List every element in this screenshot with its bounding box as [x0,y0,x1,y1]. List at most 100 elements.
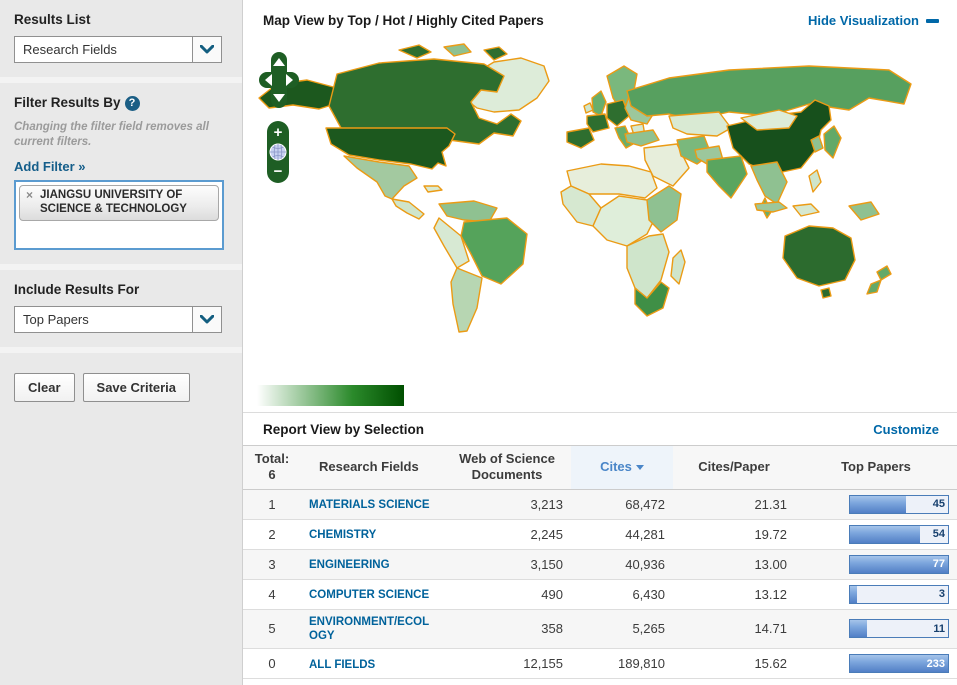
results-list-selected-value: Research Fields [23,42,117,57]
col-header-research-fields: Research Fields [319,459,419,475]
field-link[interactable]: ENVIRONMENT/ECOLOGY [309,615,435,644]
map-controls: + − [259,52,301,190]
map-country-ireland[interactable] [583,102,594,114]
choropleth-world-map[interactable] [249,36,949,372]
map-country-indonesia[interactable] [754,201,788,213]
field-link[interactable]: MATERIALS SCIENCE [309,498,430,512]
docs-value: 358 [541,621,563,637]
filter-results-section: Filter Results By? Changing the filter f… [0,77,242,264]
filter-chip-label: JIANGSU UNIVERSITY OF SCIENCE & TECHNOLO… [40,188,187,216]
map-arctic-island[interactable] [483,46,508,61]
cites-value: 189,810 [618,656,665,672]
row-rank: 0 [268,656,276,672]
results-list-title: Results List [14,12,91,27]
top-papers-bar: 77 [849,554,949,574]
row-rank: 3 [268,556,276,572]
map-country-argentina[interactable] [450,267,483,333]
chevron-down-icon[interactable] [192,306,221,332]
clear-button[interactable]: Clear [14,372,75,402]
map-pan-control[interactable] [259,52,299,108]
table-row: 0 ALL FIELDS 12,155 189,810 15.62 233 [243,648,957,679]
map-country-tasmania[interactable] [820,287,832,299]
save-criteria-button[interactable]: Save Criteria [82,372,191,402]
map-region-central-america[interactable] [391,198,425,220]
cites-value: 44,281 [625,526,665,542]
cites-label: Cites [600,459,632,475]
map-country-new-zealand-south[interactable] [866,279,882,295]
filter-chip: × JIANGSU UNIVERSITY OF SCIENCE & TECHNO… [19,184,219,221]
table-row: 2 CHEMISTRY 2,245 44,281 19.72 54 [243,519,957,549]
map-country-japan[interactable] [823,125,842,159]
results-list-select[interactable]: Research Fields [14,36,222,63]
top-papers-bar: 11 [849,619,949,639]
filter-results-title: Filter Results By? [14,95,228,111]
remove-filter-icon[interactable]: × [26,188,33,203]
include-results-title: Include Results For [14,281,140,297]
include-results-select[interactable]: Top Papers [14,305,222,333]
esi-app: Results List Research Fields Filter Resu… [0,0,957,685]
report-table: Total: 6 Research Fields Web of Science … [243,445,957,680]
field-link[interactable]: ALL FIELDS [309,658,375,672]
map-country-indonesia-east[interactable] [792,203,820,217]
map-country-kazakhstan[interactable] [668,111,732,137]
top-papers-value: 3 [938,588,945,600]
top-papers-value: 77 [932,558,945,570]
map-country-spain[interactable] [566,127,595,149]
choropleth-legend-gradient [257,385,404,406]
include-results-section: Include Results For Top Papers [0,263,242,347]
cites-per-paper-value: 13.00 [754,556,787,572]
field-link[interactable]: ENGINEERING [309,558,390,572]
map-country-india[interactable] [706,155,748,199]
map-region-south-america-nw[interactable] [438,200,498,223]
minus-icon [926,18,939,23]
map-country-cuba[interactable] [423,185,443,193]
filter-results-label: Filter Results By [14,95,121,110]
cites-per-paper-value: 15.62 [754,656,787,672]
table-row: 4 COMPUTER SCIENCE 490 6,430 13.12 3 [243,579,957,609]
top-papers-value: 11 [933,622,945,635]
cites-per-paper-value: 19.72 [754,526,787,542]
cites-value: 68,472 [625,496,665,512]
active-filters-box: × JIANGSU UNIVERSITY OF SCIENCE & TECHNO… [14,179,224,250]
help-icon[interactable]: ? [124,96,140,111]
filters-sidebar: Results List Research Fields Filter Resu… [0,0,242,685]
row-rank: 5 [268,621,276,637]
report-table-header-row: Total: 6 Research Fields Web of Science … [243,445,957,489]
table-row: 5 ENVIRONMENT/ECOLOGY 358 5,265 14.71 11 [243,609,957,649]
zoom-out-icon: − [274,163,283,180]
field-link[interactable]: CHEMISTRY [309,528,376,542]
docs-value: 2,245 [530,526,563,542]
report-view-title: Report View by Selection [263,422,425,437]
cites-per-paper-value: 13.12 [754,586,787,602]
row-rank: 2 [268,526,276,542]
cites-value: 40,936 [625,556,665,572]
map-country-turkey[interactable] [624,129,660,147]
top-papers-bar: 54 [849,524,949,544]
docs-value: 490 [541,586,563,602]
map-country-uk[interactable] [591,90,607,117]
field-link[interactable]: COMPUTER SCIENCE [309,588,429,602]
map-country-new-guinea[interactable] [848,201,880,221]
top-papers-value: 54 [932,528,945,540]
add-filter-link[interactable]: Add Filter » [14,159,86,174]
map-country-madagascar[interactable] [670,249,686,285]
map-arctic-island[interactable] [443,43,472,57]
include-results-selected-value: Top Papers [23,311,89,327]
map-arctic-island[interactable] [398,44,432,59]
results-list-section: Results List Research Fields [0,0,242,77]
map-country-australia[interactable] [782,225,856,287]
map-country-philippines[interactable] [808,169,822,193]
top-papers-value: 233 [926,657,945,670]
col-header-cites[interactable]: Cites [571,445,673,489]
map-country-france[interactable] [586,113,610,133]
customize-link[interactable]: Customize [873,422,939,437]
actions-section: Clear Save Criteria [0,346,242,416]
map-country-new-zealand-north[interactable] [876,265,892,281]
hide-visualization-link[interactable]: Hide Visualization [808,13,939,28]
chevron-down-icon[interactable] [192,37,221,62]
map-zoom-control[interactable]: + − [267,121,291,185]
cites-per-paper-value: 21.31 [754,496,787,512]
total-value: 6 [268,467,276,483]
row-rank: 1 [268,496,276,512]
cites-per-paper-value: 14.71 [754,621,787,637]
